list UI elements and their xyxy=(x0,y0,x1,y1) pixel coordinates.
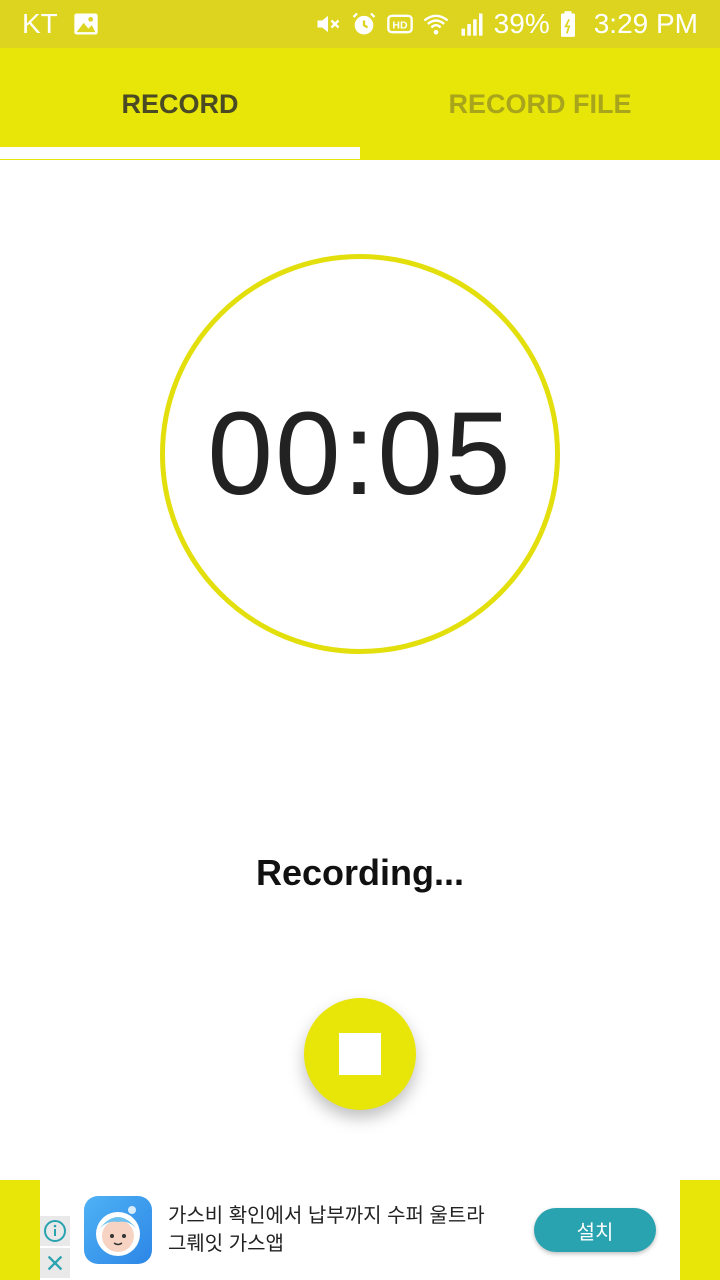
battery-percent: 39% xyxy=(493,8,550,39)
timer-display: 00:05 xyxy=(207,388,513,520)
tab-record-file[interactable]: RECORD FILE xyxy=(360,48,720,160)
battery-icon xyxy=(558,10,586,38)
recording-status: Recording... xyxy=(255,852,465,893)
mute-icon xyxy=(314,10,342,38)
svg-text:HD: HD xyxy=(392,20,408,32)
stop-icon xyxy=(339,1033,381,1075)
wifi-icon xyxy=(422,10,450,38)
ad-frame-right xyxy=(680,1180,720,1280)
ad-text: 가스비 확인에서 납부까지 수퍼 울트라 그뤠잇 가스앱 xyxy=(168,1202,498,1258)
app-icon[interactable] xyxy=(84,1196,152,1264)
ad-text-line2: 그뤠잇 가스앱 xyxy=(168,1233,284,1255)
ad-frame-left xyxy=(0,1180,40,1280)
timer-ring: 00:05 xyxy=(160,254,560,654)
tab-bar: RECORD RECORD FILE xyxy=(0,48,720,160)
tab-record[interactable]: RECORD xyxy=(0,48,360,160)
stop-button[interactable] xyxy=(304,998,416,1110)
clock: 3:29 PM xyxy=(593,8,698,39)
signal-icon xyxy=(458,10,486,38)
ad-text-line1: 가스비 확인에서 납부까지 수퍼 울트라 xyxy=(168,1205,485,1227)
hd-icon: HD xyxy=(386,10,414,38)
install-button[interactable]: 설치 xyxy=(534,1208,656,1252)
ad-banner[interactable]: 가스비 확인에서 납부까지 수퍼 울트라 그뤠잇 가스앱 설치 xyxy=(40,1180,680,1280)
status-bar: KT HD 39% 3:29 PM xyxy=(0,0,720,48)
close-icon[interactable] xyxy=(40,1248,70,1278)
image-icon xyxy=(72,10,100,38)
carrier-label: KT xyxy=(22,8,58,39)
alarm-icon xyxy=(350,10,378,38)
tab-indicator xyxy=(0,147,360,159)
info-icon[interactable] xyxy=(40,1216,70,1246)
